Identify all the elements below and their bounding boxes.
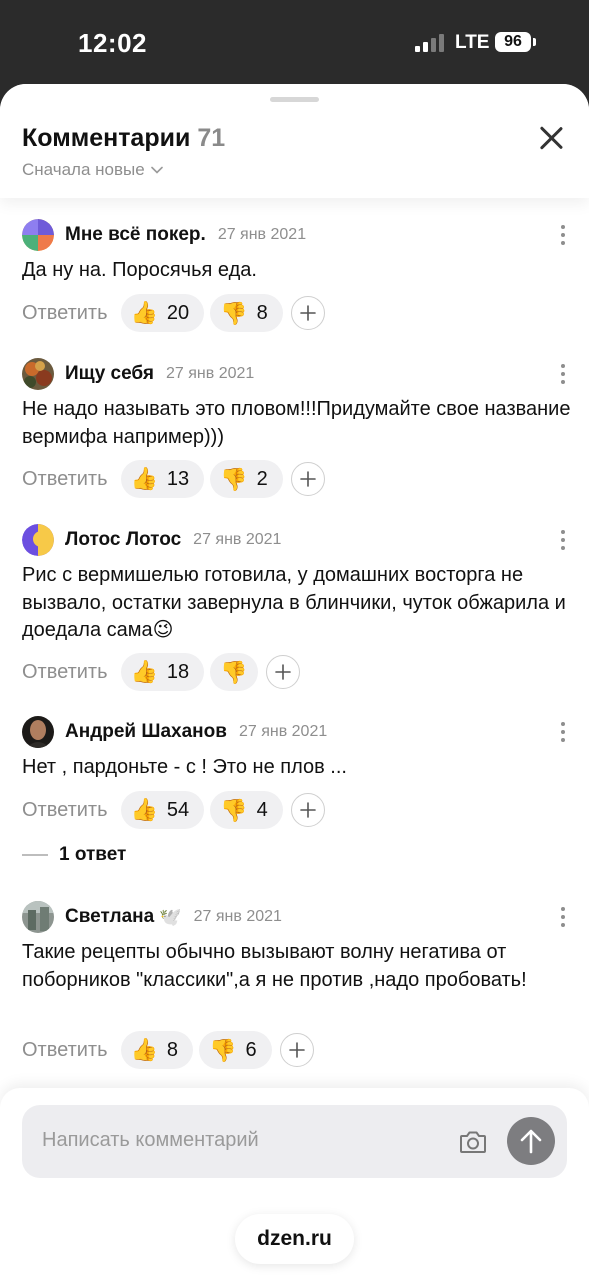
- title-text: Комментарии: [22, 124, 191, 152]
- avatar[interactable]: [22, 219, 54, 251]
- dislike-count: 8: [256, 301, 268, 324]
- like-count: 8: [166, 1038, 179, 1061]
- network-type: LTE: [455, 32, 490, 53]
- avatar[interactable]: [22, 524, 54, 556]
- comment-text: Такие рецепты обычно вызывают волну нега…: [22, 941, 527, 991]
- battery-tip: [533, 38, 536, 46]
- more-vertical-icon[interactable]: [559, 903, 567, 931]
- composer-area: dzen.ru: [0, 1088, 589, 1280]
- reply-button[interactable]: Ответить: [22, 1039, 108, 1062]
- like-count: 13: [166, 467, 190, 490]
- like-button[interactable]: 👍 54: [120, 791, 205, 829]
- comment-count: 71: [197, 124, 226, 152]
- comment-date: 27 янв 2021: [217, 226, 307, 243]
- chevron-down-icon: [150, 166, 163, 174]
- comment-date: 27 янв 2021: [166, 365, 255, 382]
- reply-button[interactable]: Ответить: [22, 302, 108, 325]
- more-vertical-icon[interactable]: [559, 221, 567, 249]
- thumbs-down-icon: 👍: [220, 467, 248, 492]
- thumbs-up-icon: 👍: [130, 1037, 158, 1062]
- avatar[interactable]: [22, 358, 54, 390]
- battery-icon: 96: [495, 32, 531, 52]
- comment-date: 27 янв 2021: [193, 531, 282, 548]
- dislike-button[interactable]: 👍 4: [210, 791, 283, 829]
- thumbs-down-icon: 👍: [209, 1038, 237, 1063]
- like-button[interactable]: 👍 18: [120, 653, 205, 691]
- thumbs-up-icon: 👍: [130, 300, 158, 325]
- like-button[interactable]: 👍 20: [120, 294, 205, 332]
- status-bar: 12:02 LTE 96: [0, 0, 589, 86]
- dislike-button[interactable]: 👍 2: [210, 460, 283, 498]
- status-time: 12:02: [78, 28, 147, 58]
- thumbs-up-icon: 👍: [130, 466, 158, 491]
- comment-author[interactable]: Мне всё покер.: [65, 224, 206, 246]
- comment-author[interactable]: Андрей Шаханов: [65, 721, 227, 743]
- plus-icon: [299, 471, 316, 487]
- comment-text: Да ну на. Поросячья еда.: [22, 259, 257, 281]
- comment-composer: [22, 1105, 567, 1178]
- reply-button[interactable]: Ответить: [22, 468, 108, 491]
- add-reaction-button[interactable]: [279, 1033, 314, 1067]
- add-reaction-button[interactable]: [290, 462, 325, 496]
- dislike-button[interactable]: 👍: [210, 653, 258, 691]
- plus-icon: [299, 802, 316, 818]
- thumbs-up-icon: 👍: [130, 797, 158, 822]
- more-vertical-icon[interactable]: [559, 360, 567, 388]
- comments-sheet: Комментарии 71 Сначала новые Мне всё пок…: [0, 84, 589, 1280]
- show-replies-button[interactable]: 1 ответ: [22, 844, 126, 866]
- like-button[interactable]: 👍 13: [120, 460, 205, 498]
- comment-input[interactable]: [42, 1129, 432, 1152]
- plus-icon: [299, 305, 316, 321]
- comment-author[interactable]: Ищу себя: [65, 363, 154, 385]
- comment-author[interactable]: Лотос Лотос: [65, 529, 181, 551]
- add-reaction-button[interactable]: [265, 655, 300, 689]
- replies-line: [22, 854, 48, 856]
- page-title: Комментарии 71: [22, 124, 225, 153]
- like-button[interactable]: 👍 8: [120, 1031, 194, 1069]
- dove-emoji: 🕊️: [159, 906, 182, 927]
- avatar[interactable]: [22, 716, 54, 748]
- sheet-header: Комментарии 71 Сначала новые: [0, 84, 589, 198]
- camera-icon[interactable]: [459, 1129, 487, 1155]
- dislike-button[interactable]: 👍 6: [199, 1031, 272, 1069]
- plus-icon: [288, 1042, 305, 1058]
- replies-label: 1 ответ: [59, 844, 127, 865]
- domain-label[interactable]: dzen.ru: [235, 1214, 354, 1264]
- add-reaction-button[interactable]: [290, 793, 325, 827]
- comment-date: 27 янв 2021: [238, 723, 328, 740]
- comment-text: Нет , пардоньте - с ! Это не плов ...: [22, 756, 347, 778]
- reply-button[interactable]: Ответить: [22, 661, 108, 684]
- arrow-up-icon: [520, 1129, 542, 1154]
- like-count: 18: [166, 660, 190, 683]
- sheet-grabber[interactable]: [270, 97, 319, 102]
- dislike-count: 2: [256, 467, 268, 490]
- thumbs-down-icon: 👍: [220, 301, 248, 326]
- send-button[interactable]: [507, 1117, 555, 1165]
- comment-author[interactable]: Светлана: [65, 906, 154, 928]
- close-icon[interactable]: [537, 124, 565, 152]
- add-reaction-button[interactable]: [290, 296, 325, 330]
- thumbs-down-icon: 👍: [220, 660, 248, 685]
- more-vertical-icon[interactable]: [559, 526, 567, 554]
- dislike-count: 6: [245, 1038, 257, 1061]
- more-vertical-icon[interactable]: [559, 718, 567, 746]
- comment-text: Не надо называть это пловом!!!Придумайте…: [22, 398, 571, 448]
- dislike-button[interactable]: 👍 8: [210, 294, 283, 332]
- reply-button[interactable]: Ответить: [22, 799, 108, 822]
- like-count: 20: [166, 301, 190, 324]
- sort-dropdown[interactable]: Сначала новые: [22, 160, 163, 180]
- like-count: 54: [166, 798, 190, 821]
- dislike-count: 4: [256, 798, 268, 821]
- plus-icon: [274, 664, 291, 680]
- avatar[interactable]: [22, 901, 54, 933]
- signal-icon: [415, 34, 447, 52]
- thumbs-up-icon: 👍: [130, 659, 158, 684]
- thumbs-down-icon: 👍: [220, 798, 248, 823]
- comment-text: Рис с вермишелью готовила, у домашних во…: [22, 564, 566, 641]
- comment-date: 27 янв 2021: [193, 908, 282, 925]
- sort-label: Сначала новые: [22, 160, 145, 179]
